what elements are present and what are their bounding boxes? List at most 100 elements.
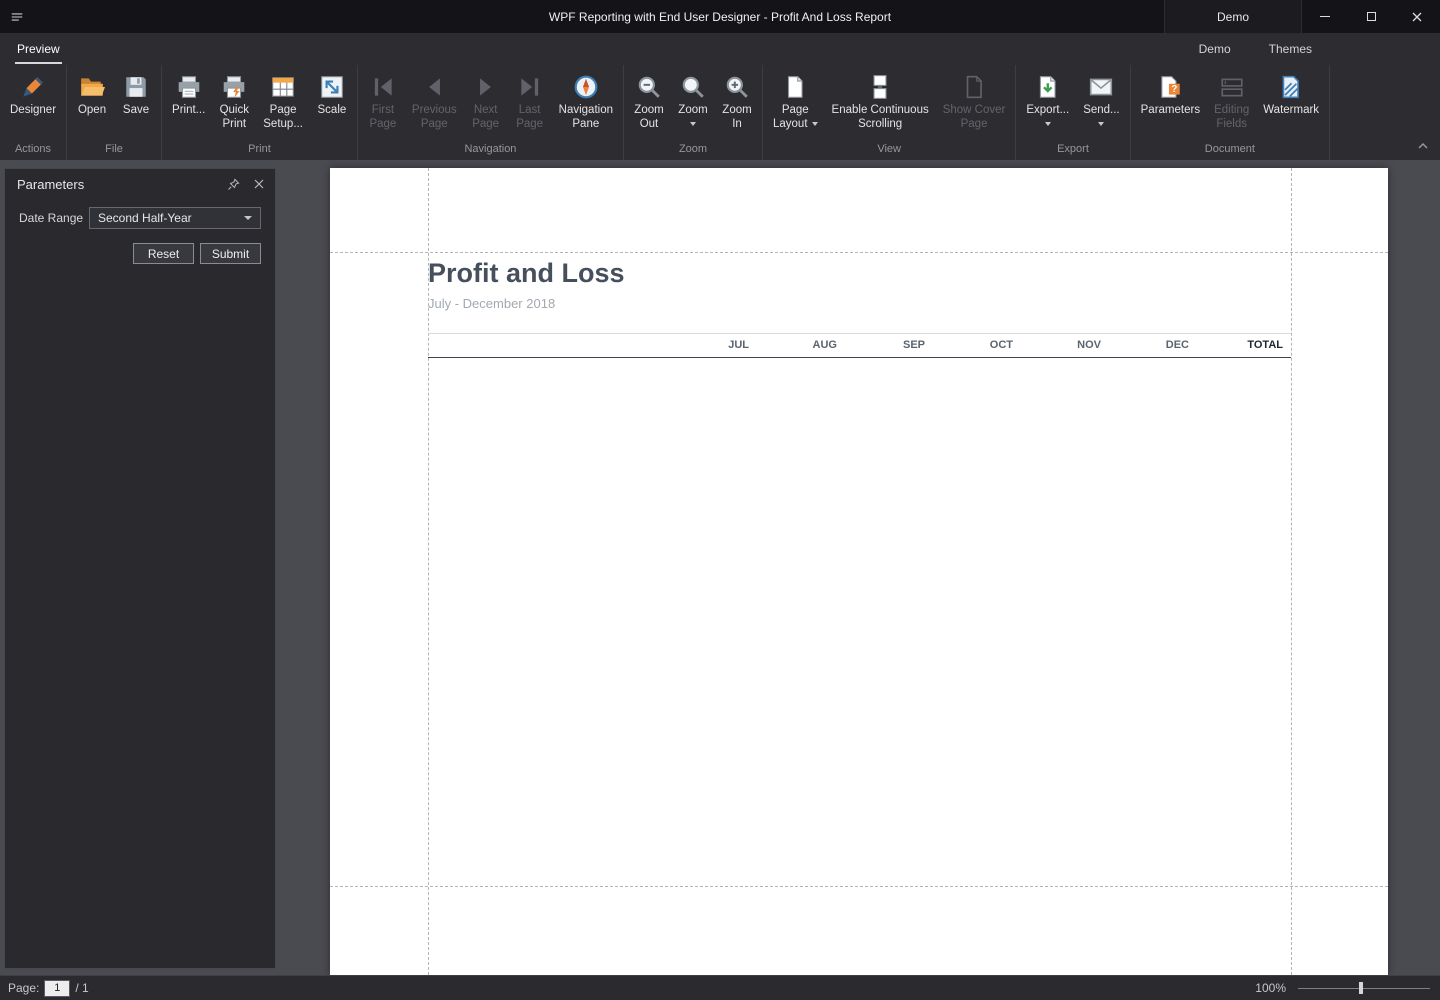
ribbon-button-last-page: Last Page: [508, 69, 552, 132]
titlebar-demo-label[interactable]: Demo: [1164, 0, 1302, 33]
ribbon-button-label: Quick Print: [220, 104, 249, 131]
export-icon: [1033, 72, 1063, 102]
continuous-scrolling-icon: [865, 72, 895, 102]
ribbon-button-editing-fields: Editing Fields: [1207, 69, 1256, 132]
dropdown-caret-icon: [1098, 122, 1104, 126]
column-header-spacer: [428, 334, 669, 358]
parameters-panel-title: Parameters: [17, 177, 84, 192]
report-subtitle: July - December 2018: [428, 296, 1291, 311]
open-folder-icon: [77, 72, 107, 102]
ribbon-right-items: Demo Themes: [1199, 42, 1312, 56]
column-header: OCT: [933, 334, 1021, 358]
date-range-row: Date Range Second Half-Year: [19, 207, 261, 229]
column-header: SEP: [845, 334, 933, 358]
chevron-up-icon: [1418, 143, 1428, 149]
zoom-in-icon: [722, 72, 752, 102]
ribbon-button-watermark[interactable]: Watermark: [1256, 69, 1326, 119]
page-total-label: / 1: [75, 981, 88, 995]
ribbon-button-label: Designer: [10, 104, 56, 118]
ribbon-collapse-button[interactable]: [1418, 136, 1428, 154]
close-button[interactable]: [1394, 0, 1440, 33]
minimize-button[interactable]: [1302, 0, 1348, 33]
profit-loss-table: JULAUGSEPOCTNOVDECTOTAL: [428, 333, 1291, 358]
margin-guide-top: [330, 252, 1388, 253]
ribbon-button-parameters[interactable]: ?Parameters: [1134, 69, 1207, 119]
ribbon-button-quick-print[interactable]: Quick Print: [212, 69, 256, 132]
ribbon-groups: DesignerActions Open Save File Print... Quick…: [0, 65, 1440, 160]
ribbon-button-label: Open: [78, 104, 106, 118]
ribbon-button-print[interactable]: Print...: [165, 69, 212, 119]
ribbon-button-label: Zoom In: [722, 104, 751, 131]
ribbon-tab-row: Preview Demo Themes: [0, 33, 1440, 65]
tab-preview[interactable]: Preview: [15, 35, 62, 64]
ribbon-button-label: Send...: [1083, 104, 1119, 118]
svg-text:?: ?: [1172, 84, 1178, 95]
ribbon-button-scale[interactable]: Scale: [310, 69, 354, 119]
chevron-down-icon: [244, 216, 252, 220]
date-range-label: Date Range: [19, 211, 89, 225]
ribbon-group-label: File: [70, 142, 158, 158]
ribbon-group-actions: DesignerActions: [0, 65, 67, 160]
submit-button[interactable]: Submit: [200, 243, 261, 264]
ribbon-button-navigation-pane[interactable]: Navigation Pane: [552, 69, 620, 132]
column-header: AUG: [757, 334, 845, 358]
ribbon: DesignerActions Open Save File Print... Quick…: [0, 65, 1440, 160]
report-title: Profit and Loss: [428, 258, 1291, 289]
ribbon-group-file: Open Save File: [67, 65, 162, 160]
ribbon-button-open[interactable]: Open: [70, 69, 114, 119]
ribbon-button-save[interactable]: Save: [114, 69, 158, 119]
parameters-panel: Parameters Date Range Second Half-Year: [4, 168, 276, 969]
app-menu-icon[interactable]: [10, 10, 24, 24]
printer-icon: [174, 72, 204, 102]
page-layout-icon: [780, 72, 810, 102]
margin-guide-right: [1291, 168, 1292, 975]
ribbon-button-zoom-out[interactable]: Zoom Out: [627, 69, 671, 132]
ribbon-button-label: Previous Page: [412, 104, 457, 131]
page-label: Page:: [8, 981, 39, 995]
ribbon-button-zoom-in[interactable]: Zoom In: [715, 69, 759, 132]
ribbon-button-label: Zoom Out: [634, 104, 663, 131]
dropdown-caret-icon: [812, 122, 818, 126]
report-header-row: JULAUGSEPOCTNOVDECTOTAL: [428, 334, 1291, 358]
maximize-button[interactable]: [1348, 0, 1394, 33]
zoom-slider-track: [1298, 988, 1430, 989]
ribbon-button-continuous-scrolling[interactable]: Enable Continuous Scrolling: [825, 69, 936, 132]
ribbon-button-page-layout[interactable]: Page Layout: [766, 69, 825, 132]
scale-icon: [317, 72, 347, 102]
ribbon-button-label: Print...: [172, 104, 205, 118]
ribbon-button-label: Editing Fields: [1214, 104, 1249, 131]
send-icon: [1086, 72, 1116, 102]
ribbon-group-view: Page LayoutEnable Continuous ScrollingSh…: [763, 65, 1016, 160]
zoom-slider[interactable]: [1298, 981, 1430, 995]
titlebar: WPF Reporting with End User Designer - P…: [0, 0, 1440, 33]
ribbon-button-first-page: First Page: [361, 69, 405, 132]
parameters-icon: ?: [1155, 72, 1185, 102]
ribbon-button-zoom[interactable]: Zoom: [671, 69, 715, 127]
tab-demo[interactable]: Demo: [1199, 42, 1231, 56]
close-icon: [1412, 12, 1422, 22]
ribbon-button-page-setup[interactable]: Page Setup...: [256, 69, 310, 132]
previous-page-icon: [419, 72, 449, 102]
save-icon: [121, 72, 151, 102]
ribbon-button-designer[interactable]: Designer: [3, 69, 63, 119]
ribbon-button-export[interactable]: Export...: [1019, 69, 1076, 127]
close-icon: [254, 179, 264, 189]
zoom-controls: 100%: [1255, 981, 1432, 995]
ribbon-button-label: Zoom: [678, 104, 707, 118]
date-range-dropdown[interactable]: Second Half-Year: [89, 207, 261, 229]
page-setup-icon: [268, 72, 298, 102]
ribbon-group-zoom: Zoom OutZoomZoom InZoom: [624, 65, 763, 160]
ribbon-button-send[interactable]: Send...: [1076, 69, 1126, 127]
navigation-pane-icon: [571, 72, 601, 102]
panel-close-button[interactable]: [251, 176, 267, 192]
zoom-out-icon: [634, 72, 664, 102]
pin-button[interactable]: [225, 176, 241, 192]
ribbon-group-label: Document: [1134, 142, 1326, 158]
ribbon-button-show-cover-page: Show Cover Page: [936, 69, 1013, 132]
reset-button[interactable]: Reset: [133, 243, 194, 264]
zoom-slider-thumb[interactable]: [1359, 982, 1363, 994]
page-number-input[interactable]: [44, 980, 70, 997]
minimize-icon: [1320, 16, 1330, 17]
tab-themes[interactable]: Themes: [1269, 42, 1312, 56]
ribbon-button-label: Scale: [318, 104, 347, 118]
